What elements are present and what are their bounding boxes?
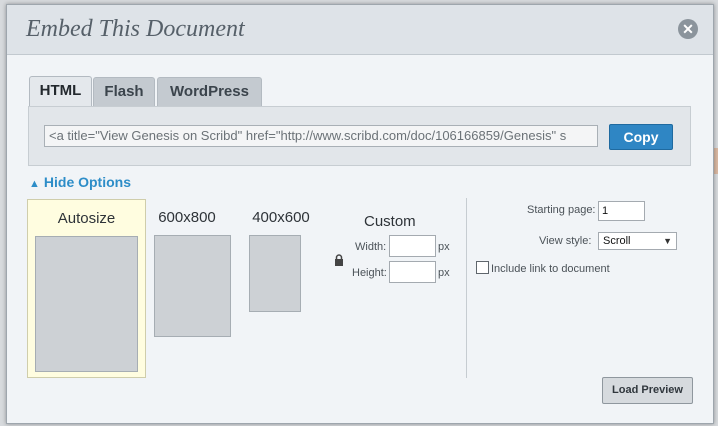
size-option-autosize[interactable]: Autosize [27,199,146,378]
view-style-label: View style: [539,235,592,247]
width-unit: px [438,241,450,253]
chevron-down-icon: ▼ [663,236,672,246]
load-preview-button[interactable]: Load Preview [602,377,693,404]
close-icon[interactable]: ✕ [678,19,698,39]
include-link-checkbox[interactable] [476,261,489,274]
height-unit: px [438,267,450,279]
tab-html[interactable]: HTML [29,76,92,107]
tab-wordpress[interactable]: WordPress [157,77,262,106]
include-link-label: Include link to document [491,263,610,275]
size-option-600x800[interactable]: 600x800 [153,199,233,339]
size-label-400x600: 400x600 [252,209,310,226]
hide-options-link[interactable]: ▲ Hide Options [29,174,131,190]
tab-flash[interactable]: Flash [93,77,155,106]
custom-width-input[interactable] [389,235,436,257]
copy-button[interactable]: Copy [609,124,673,150]
custom-height-input[interactable] [389,261,436,283]
size-label-autosize: Autosize [57,210,116,227]
view-style-select[interactable]: Scroll ▼ [598,232,677,250]
size-option-400x600[interactable]: 400x600 [247,199,317,319]
embed-code-panel: <a title="View Genesis on Scribd" href="… [28,106,691,166]
hide-options-label: Hide Options [43,174,132,190]
starting-page-label: Starting page: [527,204,596,216]
size-thumbnail-600x800 [154,235,231,337]
options-divider [466,198,467,378]
size-thumbnail-autosize [35,236,138,372]
dialog-header: Embed This Document ✕ [7,5,713,55]
size-thumbnail-400x600 [249,235,301,312]
custom-size-label: Custom [364,213,416,230]
embed-dialog: Embed This Document ✕ HTML Flash WordPre… [6,4,714,424]
width-label: Width: [355,241,387,253]
lock-icon[interactable] [334,254,344,269]
view-style-value: Scroll [603,235,631,247]
triangle-up-icon: ▲ [29,178,40,190]
embed-code-field[interactable]: <a title="View Genesis on Scribd" href="… [44,125,598,147]
size-label-600x800: 600x800 [158,209,216,226]
height-label: Height: [352,267,387,279]
starting-page-input[interactable]: 1 [598,201,645,221]
dialog-title: Embed This Document [26,16,245,42]
